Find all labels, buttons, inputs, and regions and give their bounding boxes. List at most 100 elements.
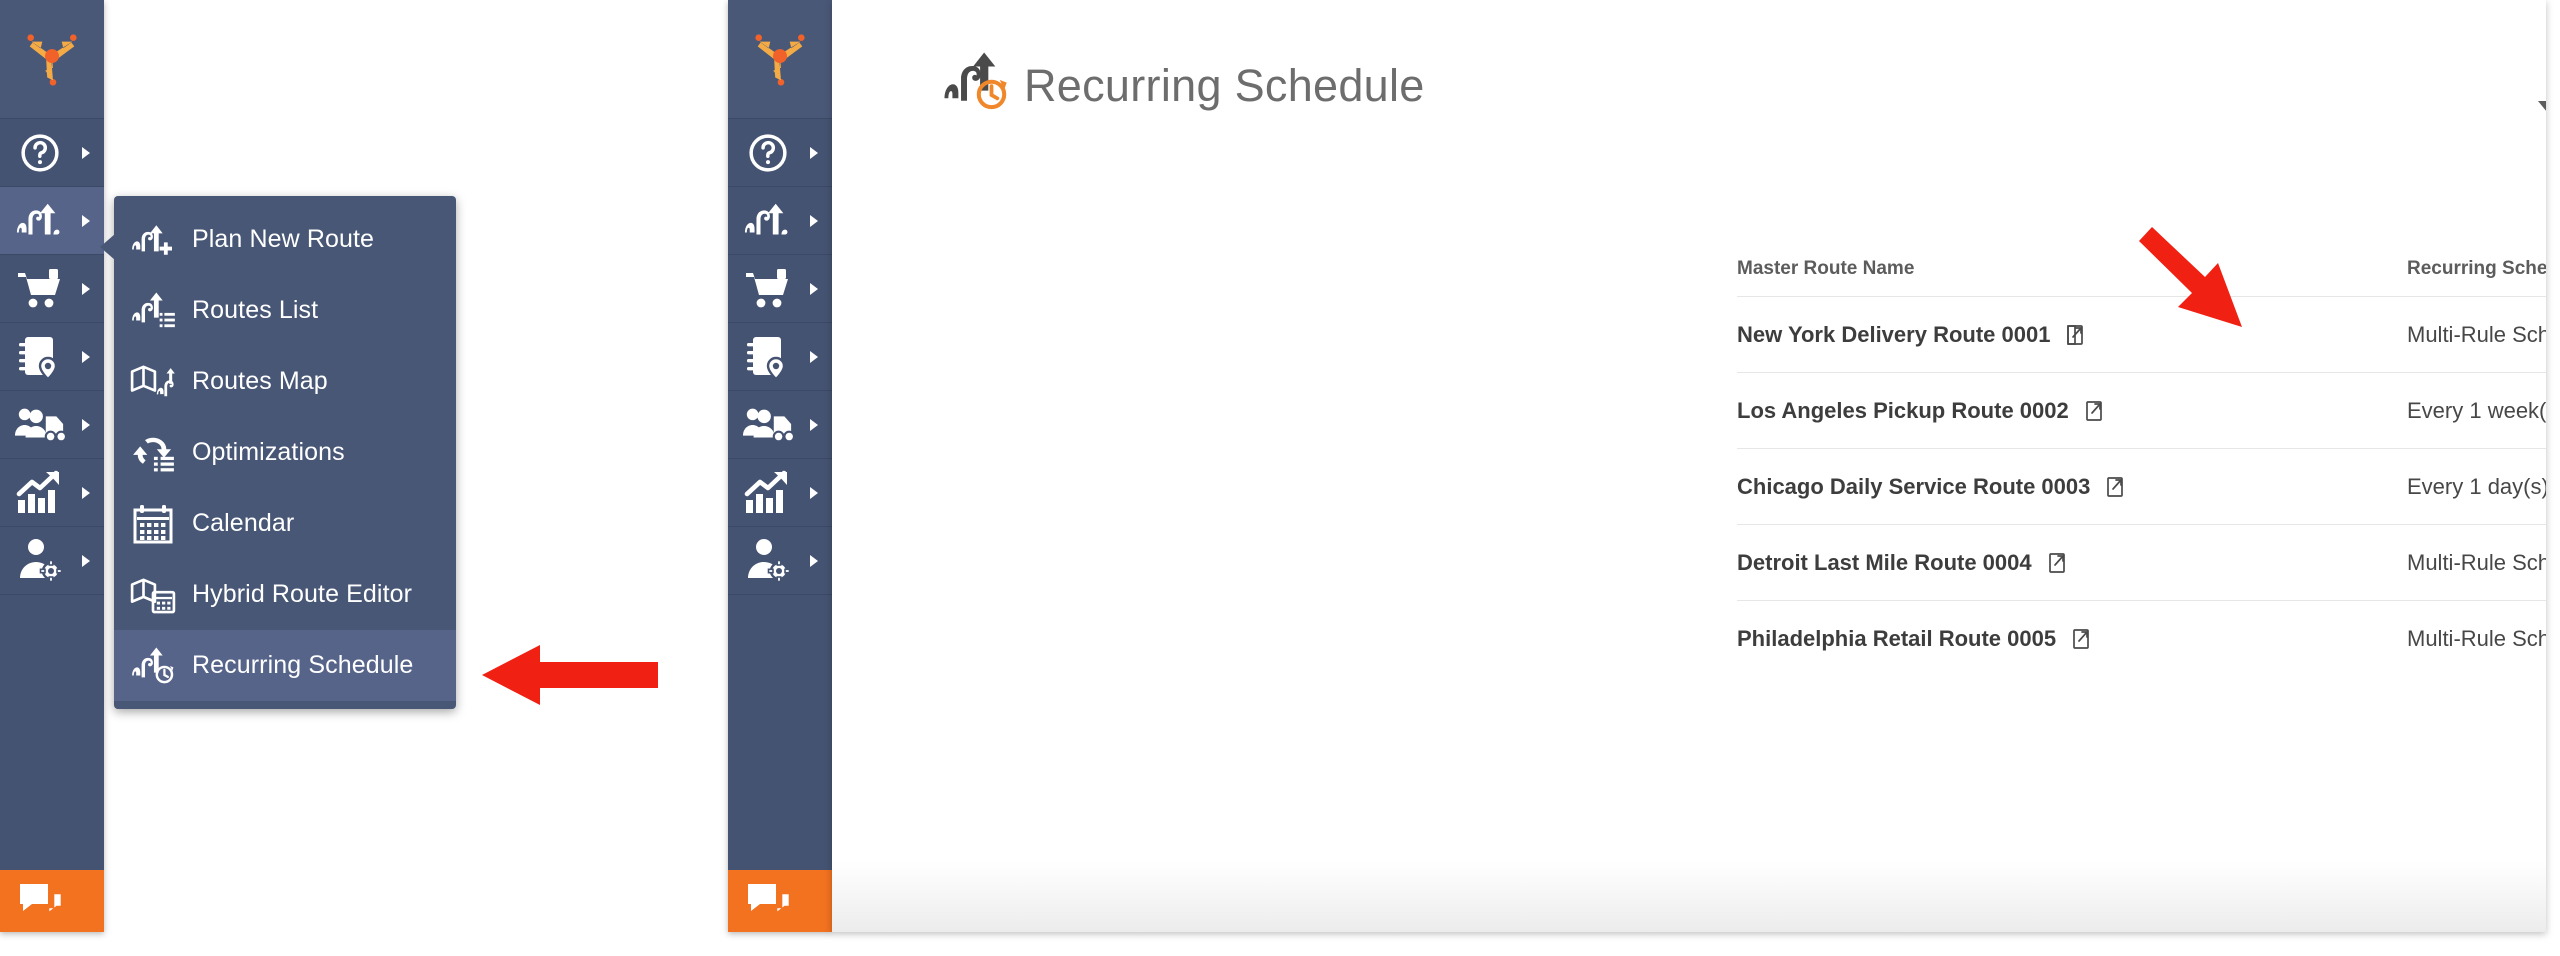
chevron-right-icon (810, 282, 818, 295)
route-map-icon (114, 363, 192, 401)
sidebar-item-orders[interactable] (0, 255, 104, 323)
chevron-right-icon (810, 486, 818, 499)
question-circle-icon (14, 131, 66, 175)
optimization-icon (114, 434, 192, 472)
chevron-right-icon (82, 146, 90, 159)
table-row[interactable]: Philadelphia Retail Route 0005 Multi-Rul… (1737, 600, 2546, 676)
recurring-route-icon (114, 646, 192, 685)
app-logo[interactable] (0, 0, 104, 119)
sidebar-item-team-vehicles[interactable] (0, 391, 104, 459)
chat-bubbles-icon (748, 884, 792, 917)
sidebar-item-help[interactable] (0, 119, 104, 187)
chevron-right-icon (82, 214, 90, 227)
user-gear-icon (14, 538, 66, 584)
menu-item-optimizations[interactable]: Optimizations (114, 417, 456, 488)
recurring-schedule-table: Master Route Name Recurring Schedule New… (1737, 258, 2546, 676)
sidebar-item-account-settings[interactable] (0, 527, 104, 595)
route4me-logo-icon (755, 34, 805, 86)
arrow-pointing-to-recurring-schedule-menu-item (482, 645, 658, 705)
table-row[interactable]: Chicago Daily Service Route 0003 Every 1… (1737, 448, 2546, 524)
route-name-cell: Chicago Daily Service Route 0003 (1737, 474, 2407, 500)
routes-icon (14, 198, 66, 244)
filter-funnel-icon[interactable] (2537, 100, 2546, 126)
secondary-navigation-sidebar (728, 0, 832, 932)
chevron-right-icon (82, 554, 90, 567)
page-title: Recurring Schedule (1024, 59, 1425, 111)
menu-item-routes-map[interactable]: Routes Map (114, 346, 456, 417)
route-name-text: Philadelphia Retail Route 0005 (1737, 625, 2057, 651)
screenshot-root: Plan New Route Routes List Routes Map Op… (0, 0, 2560, 956)
chat-bubbles-icon (20, 884, 64, 917)
chevron-right-icon (810, 146, 818, 159)
routes-flyout-menu: Plan New Route Routes List Routes Map Op… (100, 196, 456, 709)
column-header-master-route-name: Master Route Name (1737, 258, 1915, 279)
external-link-icon[interactable] (2070, 627, 2094, 651)
menu-item-plan-new-route[interactable]: Plan New Route (114, 204, 456, 275)
menu-item-recurring-schedule[interactable]: Recurring Schedule (114, 630, 456, 701)
chevron-right-icon (82, 350, 90, 363)
chevron-right-icon (810, 554, 818, 567)
chevron-right-icon (82, 486, 90, 499)
route-name-text: New York Delivery Route 0001 (1737, 321, 2051, 347)
route-name-cell: Philadelphia Retail Route 0005 (1737, 626, 2407, 652)
table-row[interactable]: Detroit Last Mile Route 0004 Multi-Rule … (1737, 524, 2546, 600)
route-name-text: Los Angeles Pickup Route 0002 (1737, 397, 2069, 423)
route-name-cell: New York Delivery Route 0001 (1737, 322, 2407, 348)
sidebar2-item-account-settings[interactable] (728, 527, 832, 595)
schedule-text-cell: Multi-Rule Schedule (2407, 549, 2546, 575)
support-chat-button[interactable] (0, 870, 104, 932)
route-list-icon (114, 291, 192, 330)
team-truck-icon (742, 404, 794, 446)
table-row[interactable]: Los Angeles Pickup Route 0002 Every 1 we… (1737, 372, 2546, 448)
chevron-right-icon (810, 214, 818, 227)
chevron-right-icon (810, 350, 818, 363)
external-link-icon[interactable] (2064, 323, 2088, 347)
sidebar-item-routes[interactable] (0, 187, 104, 255)
chevron-right-icon (810, 418, 818, 431)
menu-item-label: Calendar (192, 509, 295, 537)
address-book-location-icon (742, 334, 794, 380)
hybrid-editor-icon (114, 576, 192, 614)
user-gear-icon (742, 538, 794, 584)
external-link-icon[interactable] (2046, 551, 2070, 575)
external-link-icon[interactable] (2104, 475, 2128, 499)
sidebar2-item-orders[interactable] (728, 255, 832, 323)
chevron-right-icon (82, 282, 90, 295)
menu-item-label: Routes List (192, 296, 319, 324)
menu-item-label: Recurring Schedule (192, 651, 414, 679)
route-name-cell: Los Angeles Pickup Route 0002 (1737, 398, 2407, 424)
main-content-panel: Recurring Schedule Help ? (832, 0, 2546, 932)
menu-item-routes-list[interactable]: Routes List (114, 275, 456, 346)
menu-item-label: Optimizations (192, 438, 345, 466)
route-plus-icon (114, 221, 192, 259)
routes-icon (742, 198, 794, 244)
page-header: Recurring Schedule (942, 52, 1425, 119)
menu-item-calendar[interactable]: Calendar (114, 488, 456, 559)
menu-item-label: Routes Map (192, 367, 328, 395)
sidebar-item-analytics[interactable] (0, 459, 104, 527)
bar-chart-growth-icon (742, 470, 794, 516)
chevron-right-icon (82, 418, 90, 431)
shopping-cart-icon (14, 267, 66, 311)
table-row[interactable]: New York Delivery Route 0001 Multi-Rule … (1737, 296, 2546, 372)
support-chat-button-secondary[interactable] (728, 870, 832, 932)
panel-surface: Recurring Schedule Help ? (832, 0, 2546, 932)
sidebar2-item-team-vehicles[interactable] (728, 391, 832, 459)
schedule-text-cell: Multi-Rule Schedule (2407, 321, 2546, 347)
calendar-icon (114, 504, 192, 544)
bar-chart-growth-icon (14, 470, 66, 516)
sidebar2-item-routes[interactable] (728, 187, 832, 255)
external-link-icon[interactable] (2083, 399, 2107, 423)
filter-control (2537, 96, 2546, 137)
sidebar2-item-address-book[interactable] (728, 323, 832, 391)
schedule-text-cell: Every 1 day(s), from 10/10/2021 (2407, 473, 2546, 499)
sidebar2-item-analytics[interactable] (728, 459, 832, 527)
primary-navigation-sidebar (0, 0, 104, 932)
app-logo-secondary[interactable] (728, 0, 832, 119)
sidebar-item-address-book[interactable] (0, 323, 104, 391)
route4me-logo-icon (27, 34, 77, 86)
menu-item-hybrid-route-editor[interactable]: Hybrid Route Editor (114, 559, 456, 630)
shopping-cart-icon (742, 267, 794, 311)
sidebar2-item-help[interactable] (728, 119, 832, 187)
question-circle-icon (742, 131, 794, 175)
